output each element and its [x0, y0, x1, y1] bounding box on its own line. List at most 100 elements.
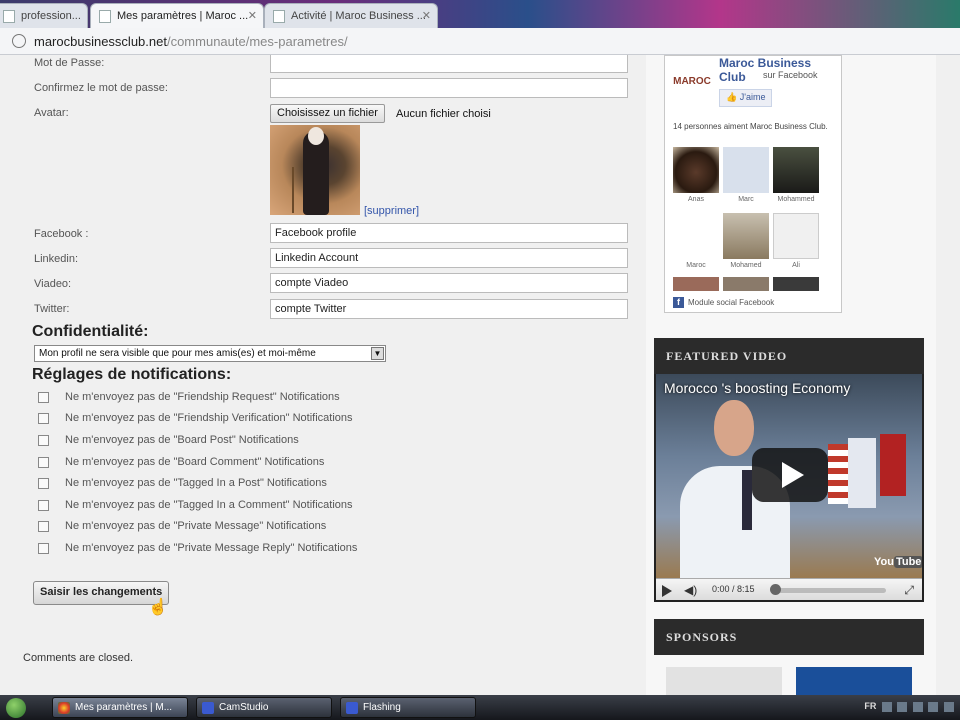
avatar-image	[270, 125, 360, 215]
notification-option[interactable]: Ne m'envoyez pas de "Board Comment" Noti…	[38, 456, 638, 470]
system-tray: FR	[864, 701, 954, 712]
fan-name: Maroc	[686, 262, 706, 269]
sponsors-header: SPONSORS	[654, 619, 924, 655]
chevron-down-icon[interactable]: ▼	[371, 347, 384, 360]
fan-avatar[interactable]	[673, 147, 719, 193]
checkbox[interactable]	[38, 413, 49, 424]
url-text[interactable]: marocbusinessclub.net/communaute/mes-par…	[34, 34, 348, 49]
facebook-fan-count: 14 personnes aiment Maroc Business Club.	[673, 122, 828, 131]
close-icon[interactable]: ✕	[248, 9, 257, 22]
password-field[interactable]	[270, 55, 628, 73]
notification-option[interactable]: Ne m'envoyez pas de "Private Message" No…	[38, 520, 638, 534]
notification-option[interactable]: Ne m'envoyez pas de "Friendship Request"…	[38, 391, 638, 405]
privacy-select[interactable]: Mon profil ne sera visible que pour mes …	[34, 345, 386, 362]
comments-closed-text: Comments are closed.	[23, 652, 134, 664]
fan-avatar[interactable]	[723, 147, 769, 193]
close-icon[interactable]: ✕	[422, 9, 431, 22]
play-icon[interactable]	[752, 448, 828, 502]
start-button[interactable]	[6, 698, 26, 718]
hand-cursor-icon: ☝	[148, 599, 168, 616]
page-icon	[3, 10, 15, 23]
tab-mes-parametres[interactable]: Mes paramètres | Maroc ... ✕	[90, 3, 264, 28]
notification-option[interactable]: Ne m'envoyez pas de "Private Message Rep…	[38, 542, 638, 556]
facebook-like-button[interactable]: 👍 J'aime	[719, 89, 773, 107]
taskbar-item-browser[interactable]: Mes paramètres | M...	[52, 697, 188, 718]
password-label: Mot de Passe:	[34, 57, 105, 69]
notification-option[interactable]: Ne m'envoyez pas de "Tagged In a Post" N…	[38, 477, 638, 491]
address-bar[interactable]: marocbusinessclub.net/communaute/mes-par…	[0, 28, 960, 55]
maroc-logo: MAROC	[673, 76, 711, 87]
delete-avatar-link[interactable]: [supprimer]	[364, 205, 419, 217]
notification-option[interactable]: Ne m'envoyez pas de "Tagged In a Comment…	[38, 499, 638, 513]
linkedin-field[interactable]: Linkedin Account	[270, 248, 628, 268]
fan-avatar[interactable]	[773, 277, 819, 291]
page-icon	[273, 10, 285, 23]
fan-name: Ali	[792, 262, 800, 269]
checkbox[interactable]	[38, 435, 49, 446]
youtube-logo[interactable]: You Tube	[874, 556, 922, 568]
viadeo-label: Viadeo:	[34, 278, 72, 290]
facebook-footer: f Module social Facebook	[673, 297, 774, 308]
fan-avatar[interactable]	[723, 213, 769, 259]
tray-icon[interactable]	[912, 701, 923, 712]
sponsors-widget: SPONSORS	[654, 619, 924, 695]
language-indicator[interactable]: FR	[864, 701, 876, 711]
checkbox[interactable]	[38, 392, 49, 403]
checkbox[interactable]	[38, 457, 49, 468]
globe-icon	[12, 34, 26, 48]
facebook-like-box: MAROC Maroc Business Club sur Facebook 👍…	[664, 55, 842, 313]
tray-icon[interactable]	[944, 701, 954, 712]
linkedin-label: Linkedin:	[34, 253, 79, 265]
tray-icon[interactable]	[881, 701, 892, 712]
tab-profession[interactable]: profession...	[0, 3, 88, 28]
taskbar-item-camstudio[interactable]: CamStudio	[196, 697, 332, 718]
video-player[interactable]: Morocco 's boosting Economy You Tube	[656, 374, 922, 578]
checkbox[interactable]	[38, 478, 49, 489]
fan-name: Anas	[688, 196, 704, 203]
page-icon	[99, 10, 111, 23]
video-title[interactable]: Morocco 's boosting Economy	[664, 380, 850, 396]
privacy-title: Confidentialité:	[32, 323, 149, 340]
tray-icon[interactable]	[897, 701, 908, 712]
video-time: 0:00 / 8:15	[712, 584, 755, 594]
fan-avatar[interactable]	[673, 213, 719, 259]
facebook-sub: sur Facebook	[763, 70, 818, 80]
thumbs-up-icon: 👍	[726, 92, 738, 102]
avatar-label: Avatar:	[34, 107, 69, 119]
play-icon[interactable]	[662, 585, 672, 597]
sponsor-logo[interactable]	[796, 667, 912, 695]
fan-avatar[interactable]	[673, 277, 719, 291]
notification-option[interactable]: Ne m'envoyez pas de "Friendship Verifica…	[38, 412, 638, 426]
checkbox[interactable]	[38, 500, 49, 511]
file-status: Aucun fichier choisi	[396, 108, 491, 120]
tray-icon[interactable]	[928, 701, 939, 712]
taskbar-item-flashing[interactable]: Flashing	[340, 697, 476, 718]
page-content: Mot de Passe: Confirmez le mot de passe:…	[0, 55, 960, 695]
choose-file-button[interactable]: Choisissez un fichier	[270, 104, 385, 123]
fan-avatar[interactable]	[773, 147, 819, 193]
video-controls: ◀) 0:00 / 8:15 ⤢	[656, 578, 922, 600]
sponsor-logo[interactable]	[666, 667, 782, 695]
video-progress-bar[interactable]	[776, 588, 886, 593]
camstudio-icon	[202, 702, 214, 714]
fan-name: Marc	[738, 196, 754, 203]
facebook-field[interactable]: Facebook profile	[270, 223, 628, 243]
viadeo-field[interactable]: compte Viadeo	[270, 273, 628, 293]
notifications-title: Réglages de notifications:	[32, 366, 232, 383]
fan-avatar[interactable]	[773, 213, 819, 259]
taskbar: Mes paramètres | M... CamStudio Flashing…	[0, 695, 960, 720]
fullscreen-icon[interactable]: ⤢	[904, 583, 914, 598]
confirm-password-label: Confirmez le mot de passe:	[34, 82, 168, 94]
video-scrubber[interactable]	[770, 584, 781, 595]
tab-activite[interactable]: Activité | Maroc Business ... ✕	[264, 3, 438, 28]
browser-tab-strip: profession... Mes paramètres | Maroc ...…	[0, 0, 960, 28]
notification-option[interactable]: Ne m'envoyez pas de "Board Post" Notific…	[38, 434, 638, 448]
volume-icon[interactable]: ◀)	[684, 583, 697, 597]
fan-avatar[interactable]	[723, 277, 769, 291]
checkbox[interactable]	[38, 521, 49, 532]
twitter-field[interactable]: compte Twitter	[270, 299, 628, 319]
fan-name: Mohammed	[777, 196, 815, 203]
fan-name: Mohamed	[730, 262, 762, 269]
confirm-password-field[interactable]	[270, 78, 628, 98]
checkbox[interactable]	[38, 543, 49, 554]
